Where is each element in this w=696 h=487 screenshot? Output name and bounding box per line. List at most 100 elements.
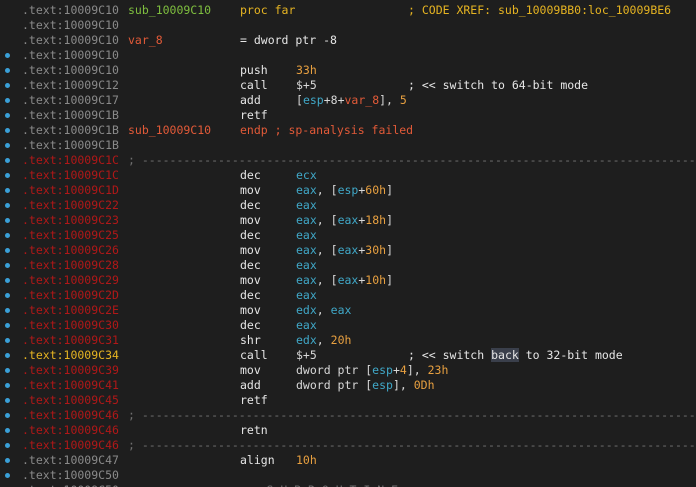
breakpoint-dot[interactable] (5, 113, 10, 118)
disassembly-line[interactable]: .text:10009C50 (22, 468, 696, 483)
operand-register[interactable]: edx (296, 333, 317, 347)
disassembly-line[interactable]: .text:10009C10 var_8 = dword ptr -8 (22, 33, 696, 48)
breakpoint-dot[interactable] (5, 473, 10, 478)
disassembly-line[interactable]: .text:10009C10 (22, 18, 696, 33)
disassembly-line[interactable]: .text:10009C30 dec eax (22, 318, 696, 333)
operand-register[interactable]: eax (296, 318, 317, 332)
instruction-operands[interactable]: 33h (296, 63, 317, 78)
operand-register[interactable]: esp (338, 183, 359, 197)
disassembly-line[interactable]: .text:10009C12 call $+5 ; << switch to 64-b… (22, 78, 696, 93)
line-address[interactable]: .text:10009C2E (22, 303, 119, 318)
line-address[interactable]: .text:10009C28 (22, 258, 119, 273)
line-address[interactable]: .text:10009C46 (22, 423, 119, 438)
operand-register[interactable]: eax (296, 213, 317, 227)
disassembly-line[interactable]: .text:10009C1B (22, 138, 696, 153)
instruction-operands[interactable]: dword ptr [esp], 0Dh (296, 378, 435, 393)
operand-register[interactable]: esp (303, 93, 324, 107)
line-address[interactable]: .text:10009C1B (22, 123, 119, 138)
disassembly-line[interactable]: .text:10009C10 (22, 48, 696, 63)
breakpoint-dot[interactable] (5, 53, 10, 58)
disassembly-line[interactable]: .text:10009C31 shr edx, 20h (22, 333, 696, 348)
operand-register[interactable]: eax (331, 303, 352, 317)
breakpoint-dot[interactable] (5, 218, 10, 223)
disassembly-line[interactable]: .text:10009C28 dec eax (22, 258, 696, 273)
instruction-operands[interactable]: eax, [esp+60h] (296, 183, 393, 198)
instruction-operands[interactable]: $+5 (296, 348, 317, 363)
operand-register[interactable]: eax (296, 273, 317, 287)
line-address[interactable]: .text:10009C1C (22, 168, 119, 183)
line-address[interactable]: .text:10009C25 (22, 228, 119, 243)
operand-register[interactable]: eax (296, 288, 317, 302)
function-label[interactable]: sub_10009C10 (128, 123, 211, 138)
line-address[interactable]: .text:10009C39 (22, 363, 119, 378)
line-address[interactable]: .text:10009C41 (22, 378, 119, 393)
disassembly-line[interactable]: .text:10009C10 sub_10009C10 proc far ; CODE… (22, 3, 696, 18)
instruction-operands[interactable]: 10h (296, 453, 317, 468)
breakpoint-dot[interactable] (5, 233, 10, 238)
disassembly-line[interactable]: .text:10009C45 retf (22, 393, 696, 408)
breakpoint-dot[interactable] (5, 83, 10, 88)
function-label[interactable]: sub_10009C10 (128, 3, 211, 18)
breakpoint-dot[interactable] (5, 413, 10, 418)
disassembly-line[interactable]: .text:10009C29 mov eax, [eax+10h] (22, 273, 696, 288)
line-address[interactable]: .text:10009C10 (22, 3, 119, 18)
instruction-operands[interactable]: eax, [eax+18h] (296, 213, 393, 228)
breakpoint-dot[interactable] (5, 458, 10, 463)
breakpoint-dot[interactable] (5, 263, 10, 268)
line-address[interactable]: .text:10009C46 (22, 438, 119, 453)
local-variable-label[interactable]: var_8 (128, 33, 163, 48)
breakpoint-gutter[interactable] (0, 0, 22, 487)
line-address[interactable]: .text:10009C12 (22, 78, 119, 93)
breakpoint-dot[interactable] (5, 203, 10, 208)
line-address[interactable]: .text:10009C17 (22, 93, 119, 108)
breakpoint-dot[interactable] (5, 98, 10, 103)
disassembly-line[interactable]: .text:10009C1D mov eax, [esp+60h] (22, 183, 696, 198)
line-address[interactable]: .text:10009C1B (22, 108, 119, 123)
breakpoint-dot[interactable] (5, 428, 10, 433)
disassembly-line[interactable]: .text:10009C34 call $+5 ; << switch back to… (22, 348, 696, 363)
highlighted-word[interactable]: back (491, 348, 519, 362)
ida-disassembly-view[interactable]: .text:10009C10 sub_10009C10 proc far ; CODE… (0, 0, 696, 487)
line-address[interactable]: .text:10009C10 (22, 18, 119, 33)
disassembly-line[interactable]: .text:10009C25 dec eax (22, 228, 696, 243)
operand-register[interactable]: esp (372, 363, 393, 377)
line-address[interactable]: .text:10009C1D (22, 183, 119, 198)
operand-register[interactable]: ecx (296, 168, 317, 182)
disassembly-line[interactable]: .text:10009C2D dec eax (22, 288, 696, 303)
instruction-operands[interactable]: edx, 20h (296, 333, 351, 348)
line-address[interactable]: .text:10009C29 (22, 273, 119, 288)
line-address[interactable]: .text:10009C45 (22, 393, 119, 408)
instruction-operands[interactable]: edx, eax (296, 303, 351, 318)
disassembly-line[interactable]: .text:10009C50 S U B R O U T I N E (22, 483, 696, 487)
operand-register[interactable]: eax (338, 243, 359, 257)
disassembly-line[interactable]: .text:10009C26 mov eax, [eax+30h] (22, 243, 696, 258)
line-address[interactable]: .text:10009C10 (22, 63, 119, 78)
disassembly-line[interactable]: .text:10009C46 retn (22, 423, 696, 438)
breakpoint-dot[interactable] (5, 158, 10, 163)
breakpoint-dot[interactable] (5, 188, 10, 193)
disassembly-line[interactable]: .text:10009C1B sub_10009C10 endp ; sp-anal… (22, 123, 696, 138)
breakpoint-dot[interactable] (5, 323, 10, 328)
breakpoint-dot[interactable] (5, 248, 10, 253)
instruction-operands[interactable]: eax (296, 288, 317, 303)
line-address[interactable]: .text:10009C47 (22, 453, 119, 468)
breakpoint-dot[interactable] (5, 128, 10, 133)
line-address[interactable]: .text:10009C23 (22, 213, 119, 228)
operand-register[interactable]: eax (296, 258, 317, 272)
instruction-operands[interactable]: eax (296, 228, 317, 243)
disassembly-line[interactable]: .text:10009C41 add dword ptr [esp], 0Dh (22, 378, 696, 393)
breakpoint-dot[interactable] (5, 443, 10, 448)
line-address[interactable]: .text:10009C1C (22, 153, 119, 168)
breakpoint-dot[interactable] (5, 368, 10, 373)
line-address[interactable]: .text:10009C2D (22, 288, 119, 303)
instruction-operands[interactable]: eax, [eax+30h] (296, 243, 393, 258)
operand-register[interactable]: eax (296, 183, 317, 197)
line-address[interactable]: .text:10009C50 (22, 468, 119, 483)
instruction-operands[interactable]: dword ptr [esp+4], 23h (296, 363, 448, 378)
operand-register[interactable]: edx (296, 303, 317, 317)
line-address[interactable]: .text:10009C22 (22, 198, 119, 213)
disassembly-line[interactable]: .text:10009C17 add [esp+8+var_8], 5 (22, 93, 696, 108)
line-address[interactable]: .text:10009C26 (22, 243, 119, 258)
line-address[interactable]: .text:10009C31 (22, 333, 119, 348)
disassembly-line[interactable]: .text:10009C47 align 10h (22, 453, 696, 468)
